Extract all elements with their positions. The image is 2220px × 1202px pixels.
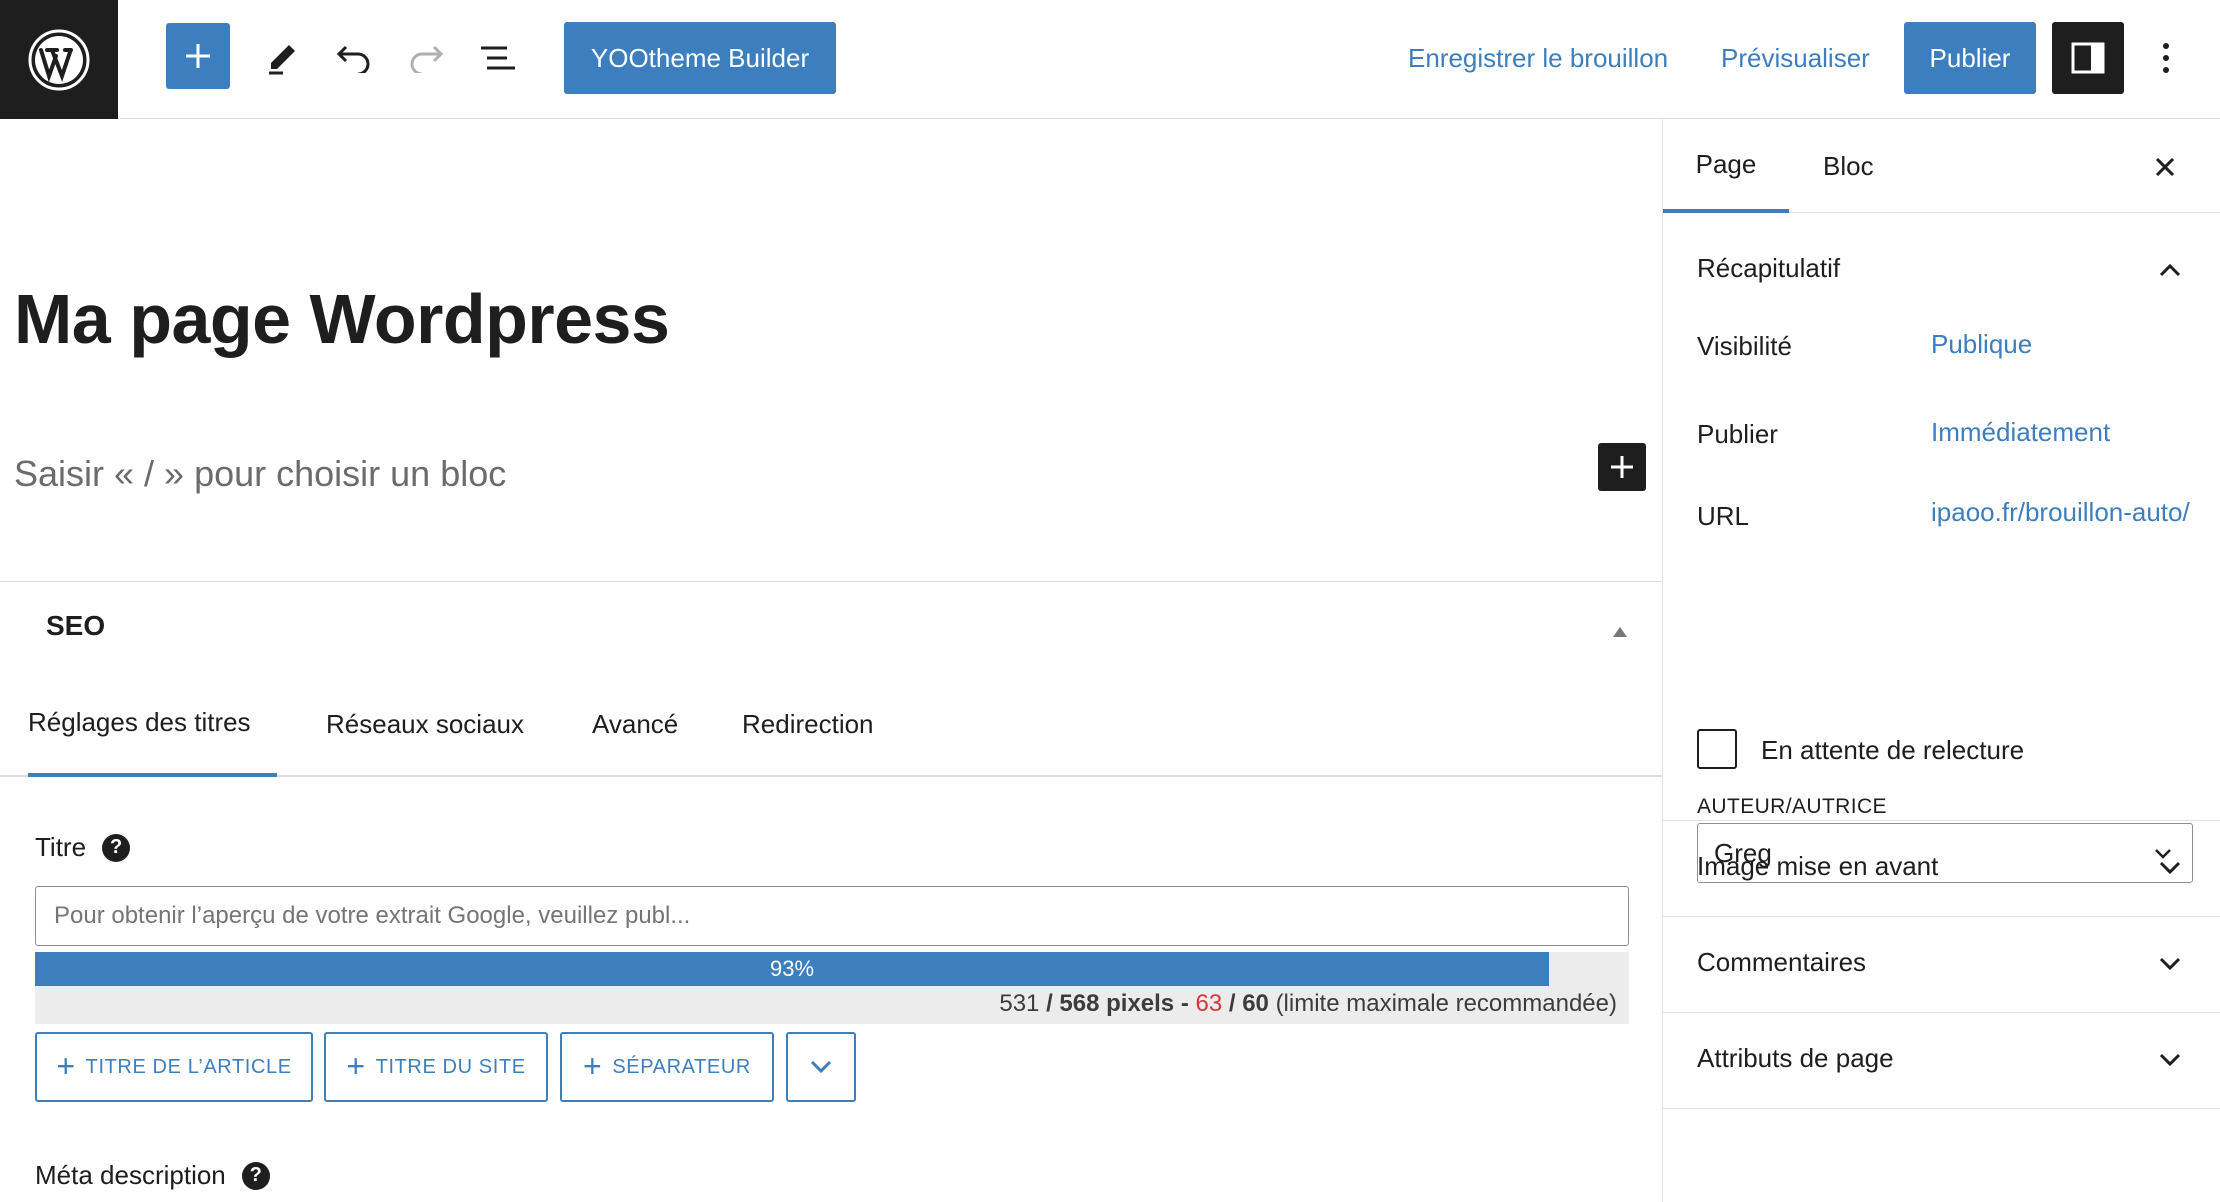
sidebar-tabs: Page Bloc [1663,119,2220,213]
seo-title-input[interactable] [35,886,1629,946]
more-options-button[interactable] [2146,30,2186,86]
seo-tabs: Réglages des titres Réseaux sociaux Avan… [0,672,1662,777]
seo-metabox-title: SEO [46,610,106,641]
comments-panel[interactable]: Commentaires [1663,917,2220,1013]
insert-article-title-label: TITRE DE L’ARTICLE [85,1055,292,1078]
seo-metabox: SEO Réglages des titres Réseaux sociaux … [0,581,1662,1202]
save-draft-button[interactable]: Enregistrer le brouillon [1408,22,1668,94]
list-view-icon [481,46,515,70]
pending-review-label[interactable]: En attente de relecture [1761,735,2024,766]
preview-button[interactable]: Prévisualiser [1721,22,1870,94]
progress-percent: 93% [769,956,815,981]
insert-site-title-label: TITRE DU SITE [375,1055,526,1078]
more-vertical-icon [2163,43,2169,73]
plus-icon: + [583,1047,603,1084]
tools-button[interactable] [254,30,310,86]
chars-used: 63 [1195,990,1223,1017]
visibility-label: Visibilité [1697,331,1792,361]
chevron-down-icon [2155,1045,2185,1075]
page-attributes-heading: Attributs de page [1697,1043,1894,1073]
plus-icon: + [346,1047,366,1084]
insert-article-title-button[interactable]: + TITRE DE L’ARTICLE [35,1032,313,1102]
close-sidebar-button[interactable] [2143,145,2187,189]
pixels-used: 531 [999,990,1040,1017]
page-attributes-panel[interactable]: Attributs de page [1663,1013,2220,1109]
summary-heading[interactable]: Récapitulatif [1697,253,1840,284]
yootheme-builder-button[interactable]: YOOtheme Builder [564,22,836,94]
settings-toggle-button[interactable] [2052,22,2124,94]
settings-sidebar: Page Bloc Récapitulatif Visibilité Publi… [1662,119,2220,1202]
visibility-value[interactable]: Publique [1931,329,2032,359]
chevron-down-icon [2155,853,2185,883]
sidebar-toggle-icon [2071,42,2105,74]
chevron-down-icon [810,1060,832,1074]
comments-heading: Commentaires [1697,947,1867,977]
pending-review-checkbox[interactable] [1697,729,1737,769]
featured-image-panel[interactable]: Image mise en avant [1663,821,2220,917]
insert-separator-label: SÉPARATEUR [612,1055,751,1078]
insert-site-title-button[interactable]: + TITRE DU SITE [324,1032,548,1102]
author-caption: AUTEUR/AUTRICE [1697,795,1887,818]
seo-collapse-toggle[interactable] [1600,612,1640,652]
url-label: URL [1697,501,1750,531]
list-view-button[interactable] [470,30,526,86]
plus-icon [186,44,210,68]
publish-value[interactable]: Immédiatement [1931,417,2110,447]
plus-icon [1611,456,1633,478]
tab-page[interactable]: Page [1663,119,1789,213]
tab-redirection[interactable]: Redirection [742,672,874,777]
page-title[interactable]: Ma page Wordpress [14,279,670,359]
meta-description-label-text: Méta description [35,1160,226,1190]
meta-description-label: Méta description ? [35,1160,270,1191]
featured-image-heading: Image mise en avant [1697,851,1939,881]
title-label-text: Titre [35,832,87,862]
publish-label: Publier [1697,419,1778,449]
add-block-button[interactable] [1598,443,1646,491]
undo-button[interactable] [326,30,382,86]
chevron-down-icon [2155,949,2185,979]
block-placeholder[interactable]: Saisir « / » pour choisir un bloc [14,453,506,495]
limit-note: (limite maximale recommandée) [1275,990,1617,1017]
summary-panel: Récapitulatif Visibilité Publique Publie… [1663,213,2220,883]
chars-separator: / 60 [1228,990,1269,1017]
close-icon [2155,157,2175,177]
editor-canvas: Ma page Wordpress Saisir « / » pour choi… [0,119,1662,1202]
redo-button[interactable] [398,30,454,86]
triangle-up-icon [1613,627,1627,637]
wordpress-logo-icon[interactable] [0,0,118,119]
plus-icon: + [56,1047,76,1084]
chevron-up-icon[interactable] [2155,255,2185,285]
help-icon[interactable]: ? [241,1161,270,1190]
tab-social-networks[interactable]: Réseaux sociaux [326,672,524,777]
tab-block[interactable]: Bloc [1823,119,1874,213]
redo-icon [410,45,444,73]
editor-header: YOOtheme Builder Enregistrer le brouillo… [0,0,2220,119]
title-length-progress: 93% 531 / 568 pixels - 63 / 60 (limite m… [35,952,1629,1024]
url-value[interactable]: ipaoo.fr/brouillon-auto/ [1931,497,2191,527]
title-field-label: Titre ? [35,832,131,863]
tab-advanced[interactable]: Avancé [592,672,678,777]
block-inserter-button[interactable] [166,23,230,89]
tab-title-settings[interactable]: Réglages des titres [28,672,277,777]
publish-button[interactable]: Publier [1904,22,2036,94]
undo-icon [336,45,370,73]
help-icon[interactable]: ? [102,833,131,862]
pixels-separator: / 568 pixels - [1046,990,1189,1017]
progress-info: 531 / 568 pixels - 63 / 60 (limite maxim… [999,990,1617,1018]
insert-separator-button[interactable]: + SÉPARATEUR [560,1032,774,1102]
pencil-icon [269,45,295,75]
more-tags-button[interactable] [786,1032,856,1102]
